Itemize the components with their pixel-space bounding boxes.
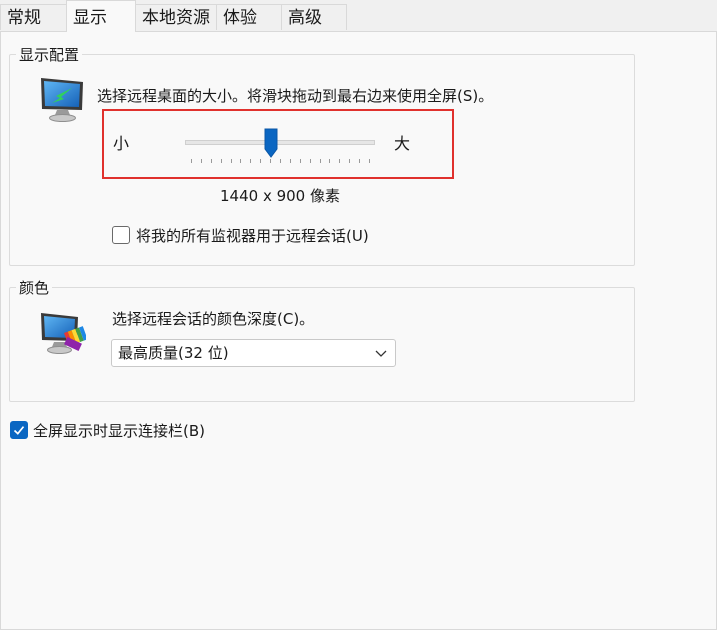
slider-tick [260,159,261,163]
slider-tick [280,159,281,163]
slider-tick [349,159,350,163]
monitor-color-palette-icon [41,313,86,354]
color-depth-select-value: 最高质量(32 位) [118,344,229,362]
color-depth-description: 选择远程会话的颜色深度(C)。 [112,310,315,328]
slider-thumb[interactable] [264,128,278,158]
tab-local-resources-label: 本地资源 [142,8,210,28]
tab-advanced-label: 高级 [288,8,322,28]
chevron-down-icon [375,350,387,357]
tab-advanced[interactable]: 高级 [281,4,347,30]
display-size-slider[interactable] [183,128,377,168]
check-icon [13,426,25,435]
tab-experience-label: 体验 [223,8,257,28]
tab-local-resources[interactable]: 本地资源 [135,4,217,30]
display-size-description: 选择远程桌面的大小。将滑块拖动到最右边来使用全屏(S)。 [97,87,494,105]
slider-tick [320,159,321,163]
slider-tick [369,159,370,163]
slider-track [185,140,375,145]
monitor-icon [41,78,83,122]
slider-tick [339,159,340,163]
fullscreen-bar-label[interactable]: 全屏显示时显示连接栏(B) [33,421,205,441]
slider-tick [290,159,291,163]
resolution-text: 1440 x 900 像素 [220,187,340,205]
slider-tick [329,159,330,163]
slider-tick [250,159,251,163]
tab-display[interactable]: 显示 [66,0,136,32]
tab-general[interactable]: 常规 [0,4,67,30]
display-config-legend: 显示配置 [16,46,83,64]
slider-max-label: 大 [394,134,411,153]
multi-monitor-label[interactable]: 将我的所有监视器用于远程会话(U) [136,226,369,246]
slider-min-label: 小 [113,134,130,153]
color-depth-select[interactable]: 最高质量(32 位) [111,339,396,367]
fullscreen-bar-checkbox[interactable] [10,421,28,439]
slider-tick [191,159,192,163]
slider-tick [221,159,222,163]
slider-tick [231,159,232,163]
tab-experience[interactable]: 体验 [216,4,282,30]
multi-monitor-checkbox[interactable] [112,226,130,244]
colors-legend: 颜色 [16,279,53,297]
slider-tick [359,159,360,163]
tab-display-label: 显示 [73,8,107,28]
slider-tick [211,159,212,163]
slider-tick [310,159,311,163]
tab-bar: 常规 显示 本地资源 体验 高级 [0,0,717,32]
tab-general-label: 常规 [7,8,41,28]
slider-tick [201,159,202,163]
slider-tick [240,159,241,163]
slider-tick [300,159,301,163]
slider-tick [270,159,271,163]
